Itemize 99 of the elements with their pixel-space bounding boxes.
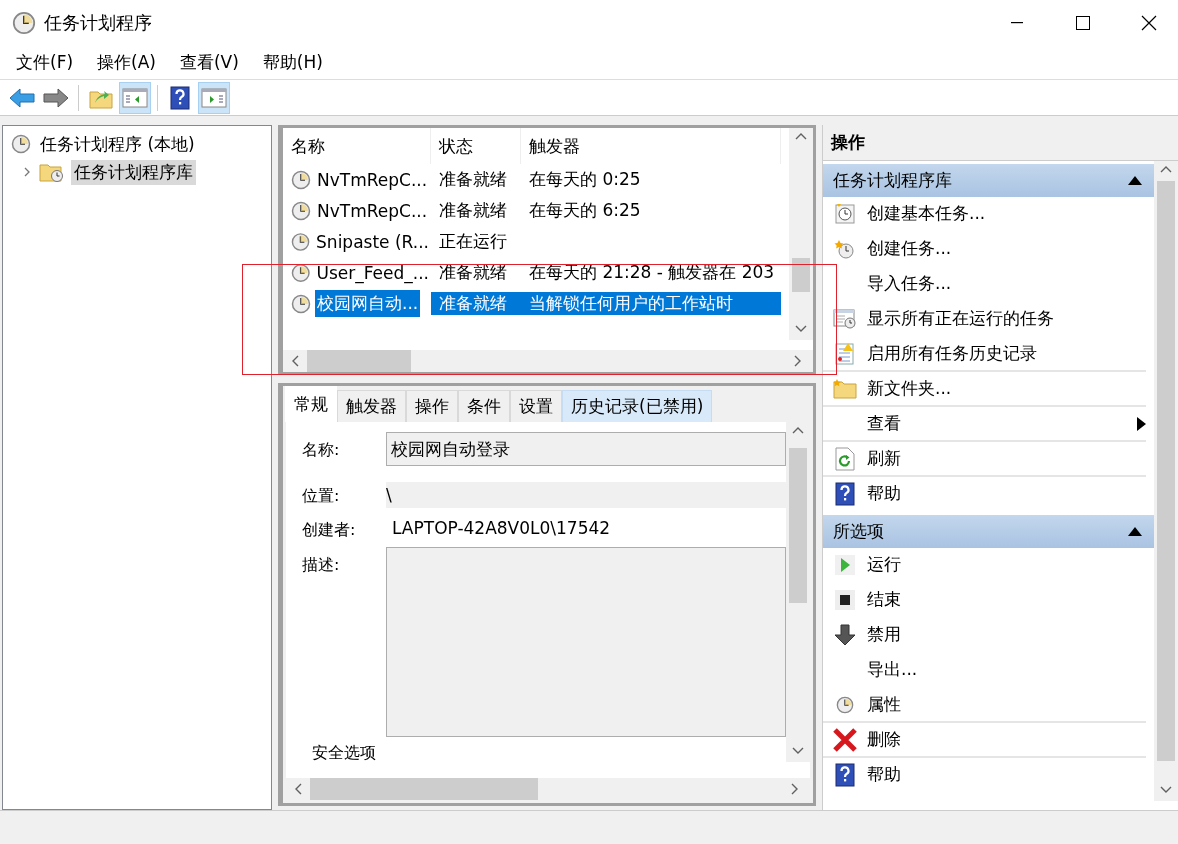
forward-arrow-icon — [43, 86, 69, 109]
name-field[interactable]: 校园网自动登录 — [386, 432, 786, 466]
tab[interactable]: 历史记录(已禁用) — [562, 390, 713, 422]
collapse-icon[interactable] — [1128, 527, 1142, 536]
task-trigger: 在每天的 21:28 - 触发器在 203 — [528, 261, 776, 284]
section-title: 所选项 — [833, 520, 884, 543]
action-item[interactable]: 导出... — [867, 658, 1146, 681]
tab[interactable]: 条件 — [458, 390, 510, 422]
action-item[interactable]: 删除 — [867, 728, 1146, 751]
task-status: 准备就绪 — [431, 292, 521, 315]
tab[interactable]: 操作 — [406, 390, 458, 422]
menu-item[interactable]: 查看(V) — [167, 49, 251, 76]
action-item[interactable]: 新文件夹... — [867, 377, 1146, 400]
window-clock-icon — [833, 307, 857, 330]
actions-header: 操作 — [823, 125, 1178, 161]
horizontal-scrollbar[interactable] — [286, 778, 810, 800]
field-label: 创建者: — [302, 519, 357, 541]
help-icon — [835, 481, 855, 506]
section-header[interactable]: 任务计划程序库 — [823, 164, 1154, 197]
task-status: 正在运行 — [438, 230, 508, 253]
task-trigger: 在每天的 6:25 — [528, 199, 642, 222]
action-item[interactable]: 导入任务... — [867, 272, 1146, 295]
help-icon — [170, 85, 190, 110]
section-header[interactable]: 所选项 — [823, 515, 1154, 548]
scroll-thumb[interactable] — [789, 448, 807, 603]
action-item[interactable]: 帮助 — [867, 763, 1146, 786]
action-item[interactable]: 运行 — [867, 553, 1146, 576]
window-title: 任务计划程序 — [44, 11, 153, 35]
panel-left-icon — [122, 86, 148, 109]
scroll-thumb[interactable] — [792, 258, 810, 292]
location-field: \ — [386, 482, 786, 508]
scroll-thumb[interactable] — [307, 350, 411, 372]
column-header[interactable]: 触发器 — [521, 128, 781, 164]
field-label: 名称: — [302, 439, 341, 461]
author-value: LAPTOP-42A8V0L0\17542 — [391, 517, 612, 538]
horizontal-scrollbar[interactable] — [283, 350, 813, 372]
section-title: 任务计划程序库 — [833, 169, 952, 192]
scroll-thumb[interactable] — [310, 778, 538, 800]
action-item[interactable]: 禁用 — [867, 623, 1146, 646]
menu-item[interactable]: 文件(F) — [4, 49, 86, 76]
tab[interactable]: 设置 — [510, 390, 562, 422]
task-name[interactable]: Snipaste (R... — [314, 229, 431, 254]
clock-icon — [291, 169, 311, 190]
delete-icon — [832, 726, 858, 753]
action-item[interactable]: 显示所有正在运行的任务 — [867, 307, 1146, 330]
collapse-icon[interactable] — [1128, 176, 1142, 185]
task-status: 准备就绪 — [438, 199, 508, 222]
task-trigger: 在每天的 0:25 — [528, 168, 642, 191]
action-item[interactable]: 启用所有任务历史记录 — [867, 342, 1146, 365]
stop-icon — [835, 589, 855, 610]
task-status: 准备就绪 — [438, 168, 508, 191]
clock-icon — [12, 11, 36, 35]
action-item[interactable]: 帮助 — [867, 482, 1146, 505]
task-status: 准备就绪 — [438, 261, 508, 284]
play-icon — [835, 554, 855, 575]
action-item[interactable]: 属性 — [867, 693, 1146, 716]
group-title: 安全选项 — [311, 743, 377, 764]
refresh-icon — [835, 446, 855, 471]
clock-icon — [836, 695, 854, 714]
back-arrow-icon — [9, 86, 35, 109]
folder-clock-icon — [39, 161, 65, 183]
task-name[interactable]: 校园网自动... — [315, 290, 421, 317]
help-icon — [835, 762, 855, 787]
task-name[interactable]: NvTmRepC... — [315, 198, 430, 223]
task-name[interactable]: User_Feed_... — [314, 260, 431, 285]
column-header[interactable]: 状态 — [431, 128, 521, 164]
action-item[interactable]: 结束 — [867, 588, 1146, 611]
clock-icon — [291, 231, 311, 252]
vertical-scrollbar[interactable] — [789, 128, 813, 340]
clock-icon — [291, 293, 311, 314]
scroll-thumb[interactable] — [1157, 181, 1175, 761]
field-label: 位置: — [302, 485, 341, 507]
tree-item[interactable]: 任务计划程序 (本地) — [37, 131, 198, 157]
tab[interactable]: 常规 — [285, 386, 337, 422]
submenu-arrow-icon — [1137, 416, 1146, 431]
action-item[interactable]: 创建基本任务... — [867, 202, 1146, 225]
description-field[interactable] — [386, 547, 786, 737]
vertical-scrollbar[interactable] — [786, 422, 810, 762]
folder-icon — [833, 377, 857, 400]
clock-document-icon — [834, 202, 856, 225]
down-arrow-icon — [834, 623, 856, 646]
menu-item[interactable]: 操作(A) — [85, 49, 168, 76]
action-item[interactable]: 刷新 — [867, 447, 1146, 470]
vertical-scrollbar[interactable] — [1154, 161, 1178, 801]
clock-icon — [291, 200, 311, 221]
column-header[interactable]: 名称 — [283, 128, 431, 164]
action-item[interactable]: 查看 — [867, 412, 1129, 435]
task-trigger: 当解锁任何用户的工作站时 — [521, 292, 781, 315]
minimize-icon — [1011, 22, 1023, 24]
menu-item[interactable]: 帮助(H) — [250, 49, 335, 76]
tree-item[interactable]: 任务计划程序库 — [71, 159, 196, 185]
clock-icon — [11, 134, 31, 154]
action-item[interactable]: 创建任务... — [867, 237, 1146, 260]
close-icon — [1141, 15, 1157, 31]
panel-right-icon — [201, 86, 227, 109]
maximize-icon — [1076, 16, 1090, 30]
tab[interactable]: 触发器 — [337, 390, 406, 422]
field-label: 描述: — [302, 554, 341, 576]
task-name[interactable]: NvTmRepC... — [315, 167, 430, 192]
